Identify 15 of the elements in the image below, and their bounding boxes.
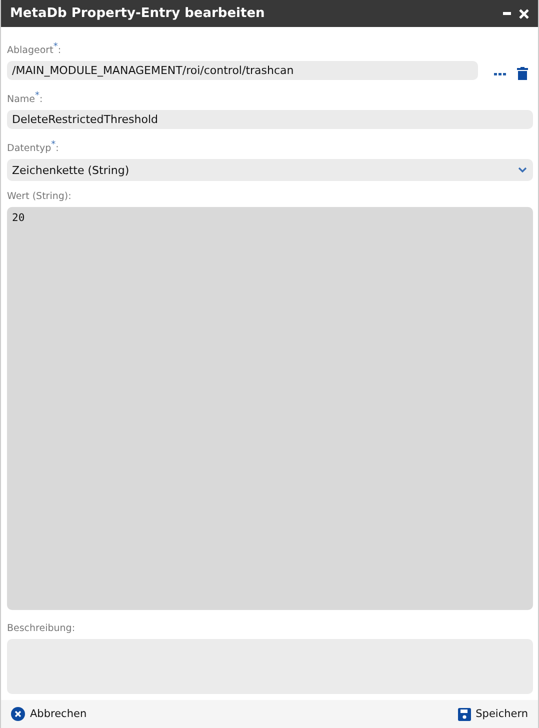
type-dropdown[interactable]: Zeichenkette (String) bbox=[7, 159, 533, 182]
path-field[interactable]: /MAIN_MODULE_MANAGEMENT/roi/control/trashcan bbox=[7, 61, 478, 80]
value-textarea[interactable]: 20 bbox=[7, 207, 533, 610]
cancel-button[interactable]: Abbrechen bbox=[11, 705, 87, 723]
chevron-down-icon bbox=[518, 167, 527, 174]
cancel-icon bbox=[11, 707, 25, 721]
close-icon[interactable] bbox=[519, 8, 529, 18]
save-icon bbox=[458, 708, 471, 720]
field-label: Beschreibung: bbox=[7, 622, 76, 636]
save-button[interactable]: Speichern bbox=[458, 706, 528, 722]
field-label: Wert (String): bbox=[7, 190, 72, 204]
more-icon[interactable] bbox=[494, 72, 506, 76]
window-title: MetaDb Property-Entry bearbeiten bbox=[10, 6, 265, 21]
trash-icon[interactable] bbox=[517, 67, 528, 80]
name-field[interactable]: DeleteRestrictedThreshold bbox=[7, 110, 533, 130]
